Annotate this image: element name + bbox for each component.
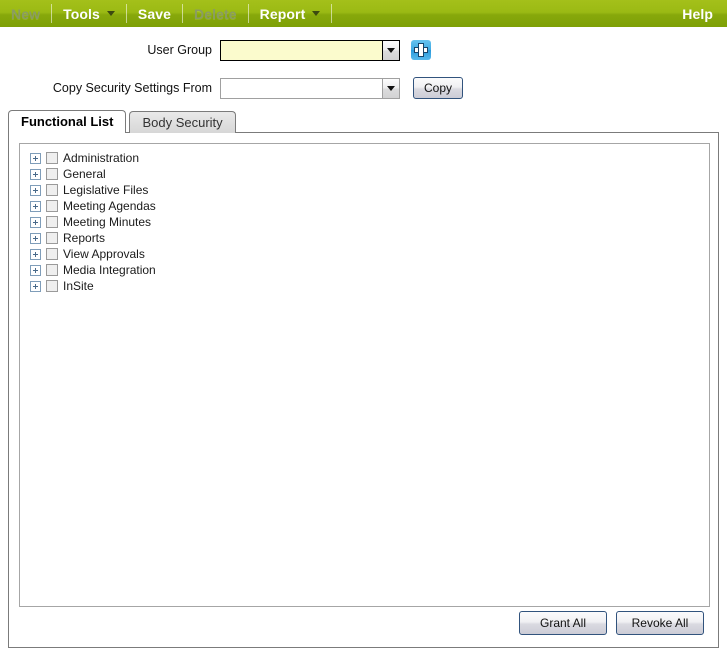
user-group-dropdown-button[interactable]: [382, 39, 400, 61]
form-area: User Group Copy Security Settings From C…: [0, 27, 727, 103]
tree-row-label: Meeting Agendas: [63, 199, 156, 213]
plus-square-icon[interactable]: [30, 280, 41, 292]
add-user-group-button[interactable]: [411, 40, 431, 60]
main-toolbar: New Tools Save Delete Report Help: [0, 0, 727, 27]
chevron-down-icon: [387, 47, 395, 53]
tab-functional-list[interactable]: Functional List: [8, 110, 127, 133]
checkbox-icon[interactable]: [46, 216, 58, 228]
plus-square-icon[interactable]: [30, 216, 41, 228]
toolbar-item-help-label: Help: [682, 5, 713, 22]
toolbar-item-tools[interactable]: Tools: [52, 0, 126, 27]
tree-row[interactable]: Meeting Agendas: [20, 198, 709, 214]
checkbox-icon[interactable]: [46, 184, 58, 196]
toolbar-item-report-label: Report: [259, 5, 306, 22]
tree-row-label: Media Integration: [63, 263, 156, 277]
tree-row[interactable]: Media Integration: [20, 262, 709, 278]
tree-row-label: Legislative Files: [63, 183, 149, 197]
tree-row-label: Reports: [63, 231, 106, 245]
tree-row-label: General: [63, 167, 106, 181]
tree-row[interactable]: General: [20, 166, 709, 182]
chevron-down-icon: [106, 11, 115, 16]
chevron-down-icon: [312, 11, 321, 16]
plus-square-icon[interactable]: [30, 152, 41, 164]
copy-security-dropdown-button[interactable]: [382, 77, 400, 99]
tree-row[interactable]: Legislative Files: [20, 182, 709, 198]
user-group-label: User Group: [147, 43, 212, 57]
copy-security-label: Copy Security Settings From: [52, 81, 212, 95]
toolbar-item-help[interactable]: Help: [671, 0, 727, 27]
tree-row-label: Administration: [63, 151, 140, 165]
tab-body-security-label: Body Security: [142, 115, 223, 130]
tabstrip: Functional List Body Security: [8, 110, 236, 133]
chevron-down-icon: [387, 85, 395, 91]
checkbox-icon[interactable]: [46, 248, 58, 260]
tab-functional-list-label: Functional List: [21, 114, 114, 129]
plus-square-icon[interactable]: [30, 248, 41, 260]
user-group-row: User Group: [0, 35, 727, 65]
user-group-input[interactable]: [220, 39, 382, 61]
checkbox-icon[interactable]: [46, 232, 58, 244]
tree-row-label: InSite: [63, 279, 94, 293]
tree-row[interactable]: View Approvals: [20, 246, 709, 262]
toolbar-item-save-label: Save: [137, 5, 171, 22]
copy-security-row: Copy Security Settings From Copy: [0, 73, 727, 103]
functional-list-tree[interactable]: Administration General Legislative Files Me…: [19, 143, 710, 607]
toolbar-item-new-label: New: [11, 5, 41, 22]
tree-row[interactable]: InSite: [20, 278, 709, 294]
plus-square-icon[interactable]: [30, 168, 41, 180]
tree-row[interactable]: Meeting Minutes: [20, 214, 709, 230]
tree-row-label: View Approvals: [63, 247, 145, 261]
tab-panel: Administration General Legislative Files Me…: [8, 132, 719, 648]
tree-row[interactable]: Reports: [20, 230, 709, 246]
revoke-all-button[interactable]: Revoke All: [616, 611, 704, 635]
tree-row[interactable]: Administration: [20, 150, 709, 166]
checkbox-icon[interactable]: [46, 152, 58, 164]
plus-square-icon[interactable]: [30, 200, 41, 212]
toolbar-item-report[interactable]: Report: [249, 0, 332, 27]
checkbox-icon[interactable]: [46, 264, 58, 276]
tab-body-security[interactable]: Body Security: [129, 111, 236, 133]
grant-all-button[interactable]: Grant All: [519, 611, 607, 635]
toolbar-item-delete[interactable]: Delete: [183, 0, 248, 27]
toolbar-item-save[interactable]: Save: [127, 0, 182, 27]
toolbar-item-delete-label: Delete: [194, 5, 237, 22]
checkbox-icon[interactable]: [46, 280, 58, 292]
plus-square-icon[interactable]: [30, 184, 41, 196]
toolbar-item-tools-label: Tools: [63, 5, 100, 22]
copy-security-input[interactable]: [220, 77, 382, 99]
checkbox-icon[interactable]: [46, 168, 58, 180]
copy-button[interactable]: Copy: [413, 77, 464, 99]
plus-icon-center: [419, 48, 423, 52]
tree-row-label: Meeting Minutes: [63, 215, 152, 229]
panel-actions: Grant All Revoke All: [519, 611, 704, 635]
plus-square-icon[interactable]: [30, 232, 41, 244]
checkbox-icon[interactable]: [46, 200, 58, 212]
plus-square-icon[interactable]: [30, 264, 41, 276]
user-group-combo[interactable]: [220, 39, 400, 61]
toolbar-item-new[interactable]: New: [0, 0, 51, 27]
copy-security-combo[interactable]: [220, 77, 400, 99]
